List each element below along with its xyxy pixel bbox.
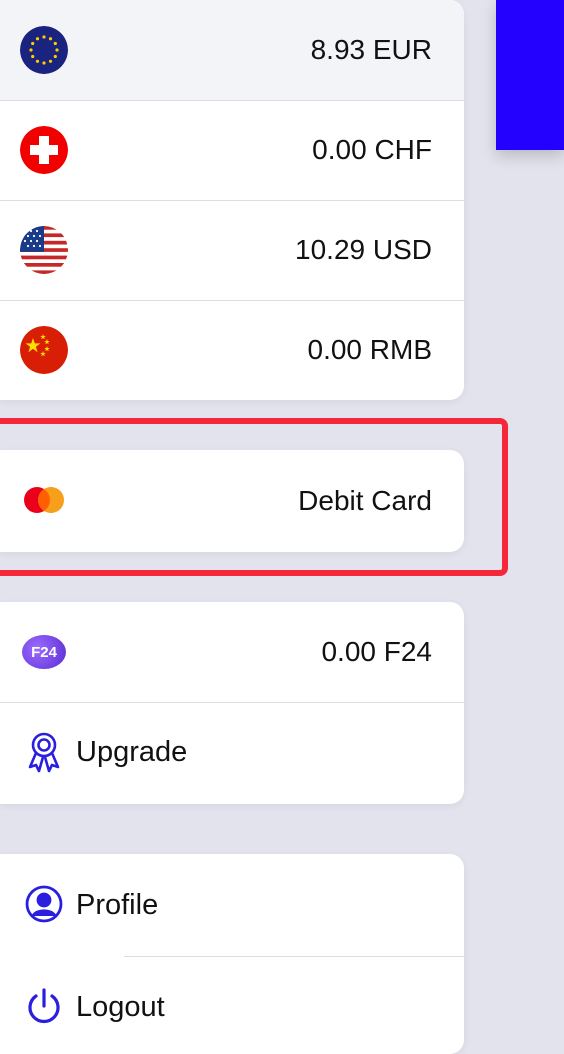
- f24-balance: 0.00 F24: [321, 636, 432, 667]
- account-row-eur[interactable]: 8.93 EUR: [0, 0, 464, 100]
- profile-row[interactable]: Profile: [0, 854, 464, 956]
- f24-card: F24 0.00 F24 Upgrade: [0, 602, 464, 804]
- account-balance-eur: 8.93 EUR: [310, 34, 432, 65]
- upgrade-label: Upgrade: [76, 735, 188, 768]
- debit-card-row[interactable]: Debit Card: [0, 450, 464, 552]
- logout-label: Logout: [76, 990, 165, 1023]
- logout-row[interactable]: Logout: [0, 956, 464, 1054]
- power-icon: [20, 982, 68, 1030]
- user-circle-icon: [20, 880, 68, 928]
- mastercard-icon: [20, 476, 68, 524]
- us-flag-icon: [20, 226, 68, 274]
- china-flag-icon: [20, 326, 68, 374]
- debit-card-label: Debit Card: [298, 485, 432, 516]
- f24-row[interactable]: F24 0.00 F24: [0, 602, 464, 702]
- award-ribbon-icon: [20, 728, 68, 776]
- eu-flag-icon: [20, 26, 68, 74]
- account-row-chf[interactable]: 0.00 CHF: [0, 100, 464, 200]
- account-balance-rmb: 0.00 RMB: [307, 334, 433, 365]
- swiss-flag-icon: [20, 126, 68, 174]
- account-row-rmb[interactable]: 0.00 RMB: [0, 300, 464, 400]
- accent-panel: [496, 0, 564, 150]
- f24-token-icon: F24: [20, 628, 68, 676]
- account-balance-chf: 0.00 CHF: [312, 134, 432, 165]
- debit-card-card: Debit Card: [0, 450, 464, 552]
- account-balance-usd: 10.29 USD: [295, 234, 432, 265]
- currency-accounts-card: 8.93 EUR 0.00 CHF 10.29 USD 0.00 RMB: [0, 0, 464, 400]
- account-row-usd[interactable]: 10.29 USD: [0, 200, 464, 300]
- profile-label: Profile: [76, 888, 159, 921]
- upgrade-row[interactable]: Upgrade: [0, 702, 464, 802]
- account-menu-card: Profile Logout: [0, 854, 464, 1054]
